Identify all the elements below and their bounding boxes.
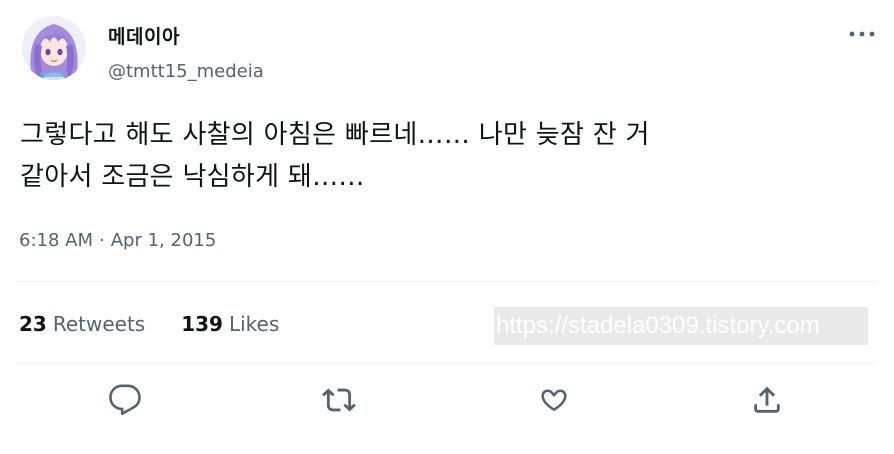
likes-label: Likes	[228, 312, 280, 336]
reply-icon	[109, 384, 141, 416]
anime-avatar-icon	[22, 16, 86, 80]
tweet-card: 메데이아 @tmtt15_medeia 그렇다고 해도 사찰의 아침은 빠르네……	[0, 0, 894, 454]
user-handle[interactable]: @tmtt15_medeia	[108, 60, 264, 84]
tweet-text-line-1: 그렇다고 해도 사찰의 아침은 빠르네…… 나만 늦잠 잔 거	[20, 120, 650, 150]
more-options-button[interactable]	[846, 24, 878, 44]
tweet-stats: 23 Retweets 139 Likes	[19, 311, 279, 337]
tweet-action-bar	[0, 378, 894, 426]
retweet-icon	[322, 388, 356, 412]
divider	[16, 362, 876, 363]
retweets-count: 23	[19, 312, 47, 336]
retweets-label: Retweets	[52, 312, 146, 336]
tweet-time: 6:18 AM	[19, 230, 93, 251]
share-icon	[754, 386, 780, 413]
more-horizontal-icon	[849, 31, 875, 37]
display-name[interactable]: 메데이아	[108, 25, 180, 49]
avatar[interactable]	[22, 16, 86, 80]
retweet-button[interactable]	[319, 378, 359, 422]
likes-count: 139	[181, 312, 223, 336]
share-button[interactable]	[747, 378, 787, 422]
tweet-text: 그렇다고 해도 사찰의 아침은 빠르네…… 나만 늦잠 잔 거같아서 조금은 낙…	[20, 114, 880, 198]
watermark: https://stadela0309.tistory.com	[494, 307, 868, 345]
like-button[interactable]	[534, 378, 574, 422]
tweet-text-line-2: 같아서 조금은 낙심하게 돼……	[20, 162, 365, 192]
divider	[16, 281, 876, 282]
tweet-timestamp[interactable]: 6:18 AM · Apr 1, 2015	[19, 229, 216, 253]
tweet-date: Apr 1, 2015	[110, 230, 217, 251]
timestamp-separator: ·	[99, 230, 105, 251]
retweets-stat-link[interactable]: 23 Retweets	[19, 311, 145, 337]
likes-stat-link[interactable]: 139 Likes	[181, 311, 279, 337]
reply-button[interactable]	[105, 378, 145, 422]
heart-icon	[541, 389, 567, 411]
